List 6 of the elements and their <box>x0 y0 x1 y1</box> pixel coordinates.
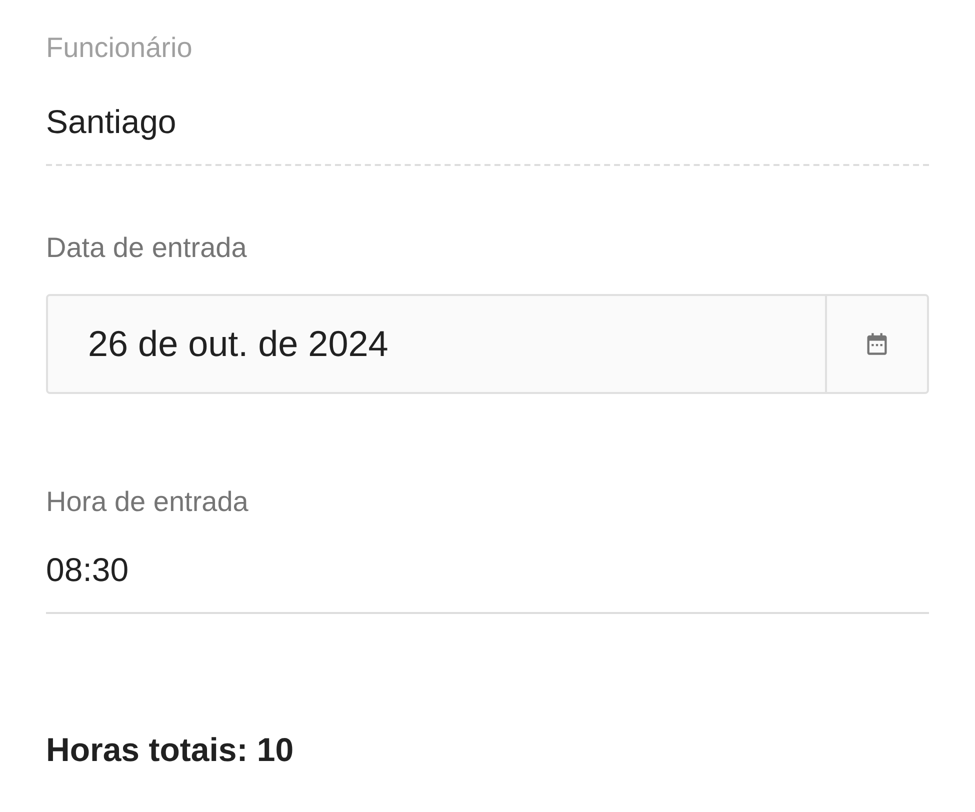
field-label: Hora de entrada <box>46 485 250 519</box>
field-label: Funcionário <box>46 31 194 65</box>
field-label: Data de entrada <box>46 231 248 265</box>
field-value: Santiago <box>46 102 929 166</box>
time-field[interactable]: 08:30 <box>46 550 929 614</box>
total-hours: Horas totais: 10 <box>46 730 295 770</box>
